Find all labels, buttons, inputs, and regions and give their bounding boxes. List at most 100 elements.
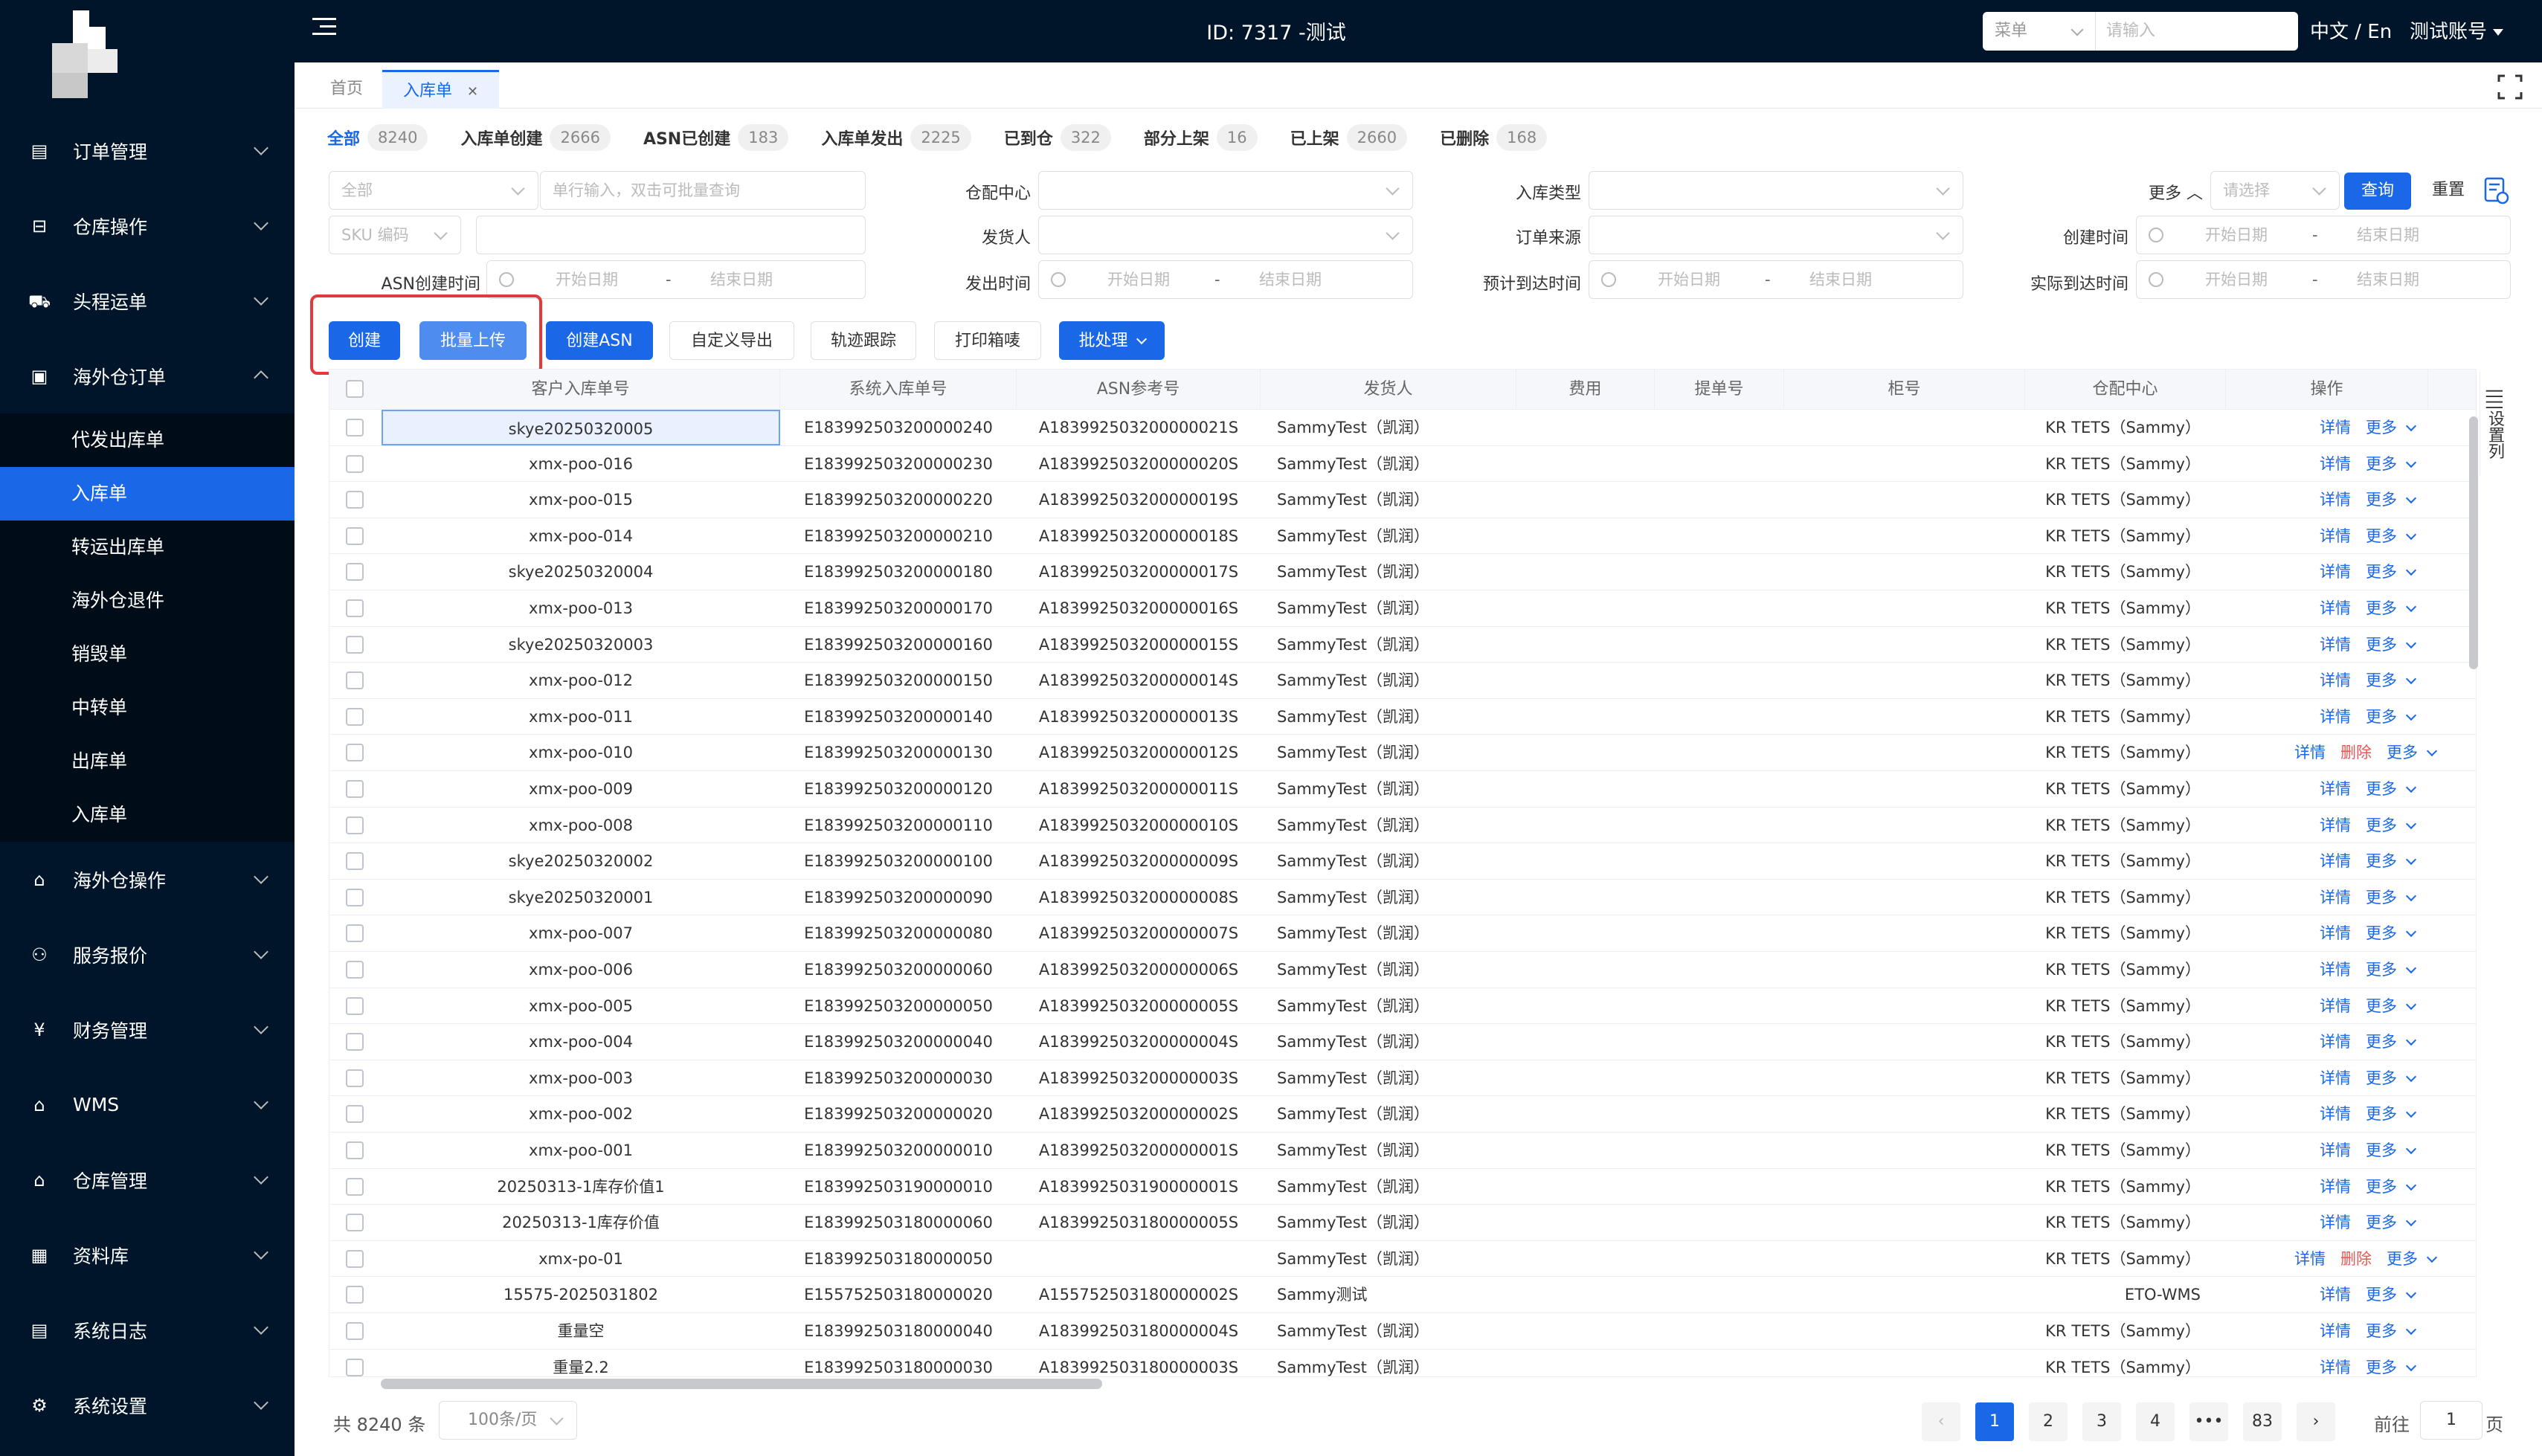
table-row[interactable]: xmx-poo-014 E183992503200000210 A183992503… (329, 518, 2476, 555)
table-row[interactable]: xmx-poo-001 E183992503200000010 A183992503… (329, 1133, 2476, 1169)
more-link[interactable]: 更多 (2366, 924, 2397, 942)
table-row[interactable]: xmx-poo-004 E183992503200000040 A183992503… (329, 1024, 2476, 1060)
table-row[interactable]: xmx-po-01 E183992503180000050 SammyTest（凯润… (329, 1241, 2476, 1278)
chevron-down-icon[interactable] (2405, 927, 2417, 938)
detail-link[interactable]: 详情 (2320, 1359, 2351, 1376)
detail-link[interactable]: 详情 (2320, 455, 2351, 473)
detail-link[interactable]: 详情 (2320, 852, 2351, 870)
more-link[interactable]: 更多 (2366, 1033, 2397, 1051)
row-checkbox[interactable] (346, 961, 364, 979)
sidebar-item-1[interactable]: ⊟ 仓库操作 (0, 188, 295, 263)
custom-export-button[interactable]: 自定义导出 (669, 321, 794, 360)
row-checkbox[interactable] (346, 852, 364, 871)
table-row[interactable]: xmx-poo-012 E183992503200000150 A183992503… (329, 663, 2476, 699)
sidebar-subitem[interactable]: 入库单 (0, 467, 295, 521)
row-checkbox[interactable] (346, 707, 364, 726)
more-link[interactable]: 更多 (2387, 744, 2418, 761)
sidebar-item-10[interactable]: ▤ 系统日志 (0, 1292, 295, 1368)
chevron-down-icon[interactable] (2405, 565, 2417, 576)
search-type-select[interactable]: 菜单 (1983, 12, 2096, 51)
table-row[interactable]: 重量空 E183992503180000040 A18399250318000000… (329, 1313, 2476, 1350)
create-asn-button[interactable]: 创建ASN (546, 321, 653, 360)
more-link[interactable]: 更多 (2366, 889, 2397, 906)
chevron-down-icon[interactable] (2405, 529, 2417, 540)
row-checkbox[interactable] (346, 780, 364, 798)
select-all-checkbox[interactable] (346, 380, 364, 398)
more-link[interactable]: 更多 (2366, 599, 2397, 617)
table-row[interactable]: xmx-poo-015 E183992503200000220 A183992503… (329, 482, 2476, 518)
more-link[interactable]: 更多 (2366, 491, 2397, 509)
more-link[interactable]: 更多 (2387, 1250, 2418, 1268)
row-checkbox[interactable] (346, 744, 364, 762)
settings-doc-icon[interactable] (2484, 177, 2509, 205)
asn-time-range[interactable]: 开始日期 - 结束日期 (486, 260, 866, 299)
detail-link[interactable]: 详情 (2320, 527, 2351, 545)
sidebar-subitem[interactable]: 销毁单 (0, 628, 295, 681)
sidebar-subitem[interactable]: 入库单 (0, 788, 295, 842)
prev-page-button[interactable]: ‹ (1922, 1402, 1960, 1441)
detail-link[interactable]: 详情 (2320, 997, 2351, 1015)
more-link[interactable]: 更多 (2366, 1286, 2397, 1304)
row-checkbox[interactable] (346, 491, 364, 509)
more-link[interactable]: 更多 (2366, 527, 2397, 545)
table-row[interactable]: 重量2.2 E183992503180000030 A183992503180000… (329, 1350, 2476, 1376)
more-link[interactable]: 更多 (2366, 961, 2397, 979)
type-select[interactable] (1589, 171, 1963, 210)
sidebar-item-7[interactable]: ⌂ WMS (0, 1067, 295, 1142)
page-button[interactable]: 83 (2243, 1402, 2282, 1441)
fullscreen-icon[interactable] (2497, 74, 2523, 100)
row-checkbox[interactable] (346, 1214, 364, 1232)
detail-link[interactable]: 详情 (2294, 744, 2326, 761)
row-checkbox[interactable] (346, 1033, 364, 1051)
sidebar-subitem[interactable]: 出库单 (0, 735, 295, 788)
close-icon[interactable]: ✕ (467, 84, 478, 100)
delete-link[interactable]: 删除 (2340, 1250, 2372, 1268)
row-checkbox[interactable] (346, 996, 364, 1015)
delete-link[interactable]: 删除 (2340, 744, 2372, 761)
more-link[interactable]: 更多 (2366, 852, 2397, 870)
sidebar-item-4[interactable]: ⌂ 海外仓操作 (0, 842, 295, 917)
scope-select[interactable]: 全部 (329, 171, 538, 210)
page-button[interactable]: 2 (2029, 1402, 2068, 1441)
sidebar-item-6[interactable]: ¥ 财务管理 (0, 992, 295, 1067)
source-select[interactable] (1589, 216, 1963, 254)
detail-link[interactable]: 详情 (2320, 961, 2351, 979)
row-checkbox[interactable] (346, 1286, 364, 1304)
table-row[interactable]: 15575-2025031802 E155752503180000020 A1557… (329, 1277, 2476, 1313)
table-row[interactable]: skye20250320001 E183992503200000090 A18399… (329, 880, 2476, 916)
sidebar-item-11[interactable]: ⚙ 系统设置 (0, 1368, 295, 1443)
column-settings[interactable]: ||||设置列 (2480, 372, 2506, 476)
chevron-down-icon[interactable] (2405, 1143, 2417, 1155)
chevron-down-icon[interactable] (2405, 1288, 2417, 1299)
chevron-down-icon[interactable] (2405, 674, 2417, 685)
more-link[interactable]: 更多 (2366, 1141, 2397, 1159)
more-link[interactable]: 更多 (2366, 671, 2397, 689)
more-link[interactable]: 更多 (2366, 997, 2397, 1015)
row-checkbox[interactable] (346, 599, 364, 617)
detail-link[interactable]: 详情 (2320, 1105, 2351, 1123)
batch-process-button[interactable]: 批处理 (1059, 321, 1165, 360)
chevron-down-icon[interactable] (2405, 457, 2417, 468)
vertical-scrollbar[interactable] (2469, 416, 2478, 669)
chevron-down-icon[interactable] (2405, 420, 2417, 432)
chevron-down-icon[interactable] (2405, 601, 2417, 613)
language-switch[interactable]: 中文 / En (2310, 16, 2392, 44)
chevron-down-icon[interactable] (2405, 1035, 2417, 1046)
row-checkbox[interactable] (346, 888, 364, 906)
detail-link[interactable]: 详情 (2320, 780, 2351, 798)
more-link[interactable]: 更多 (2366, 780, 2397, 798)
goto-input[interactable]: 1 (2420, 1401, 2483, 1440)
chevron-down-icon[interactable] (2405, 1179, 2417, 1191)
sku-input[interactable] (476, 216, 866, 254)
row-checkbox[interactable] (346, 1177, 364, 1196)
detail-link[interactable]: 详情 (2320, 1286, 2351, 1304)
create-button[interactable]: 创建 (329, 321, 400, 360)
more-link[interactable]: 更多 (2366, 636, 2397, 654)
row-checkbox[interactable] (346, 563, 364, 582)
more-link[interactable]: 更多 (2366, 1214, 2397, 1231)
row-checkbox[interactable] (346, 454, 364, 473)
account-menu[interactable]: 测试账号 (2410, 16, 2503, 44)
chevron-down-icon[interactable] (2405, 854, 2417, 866)
status-tab[interactable]: 入库单发出 2225 (821, 124, 971, 151)
more-link[interactable]: 更多 (2366, 1322, 2397, 1340)
